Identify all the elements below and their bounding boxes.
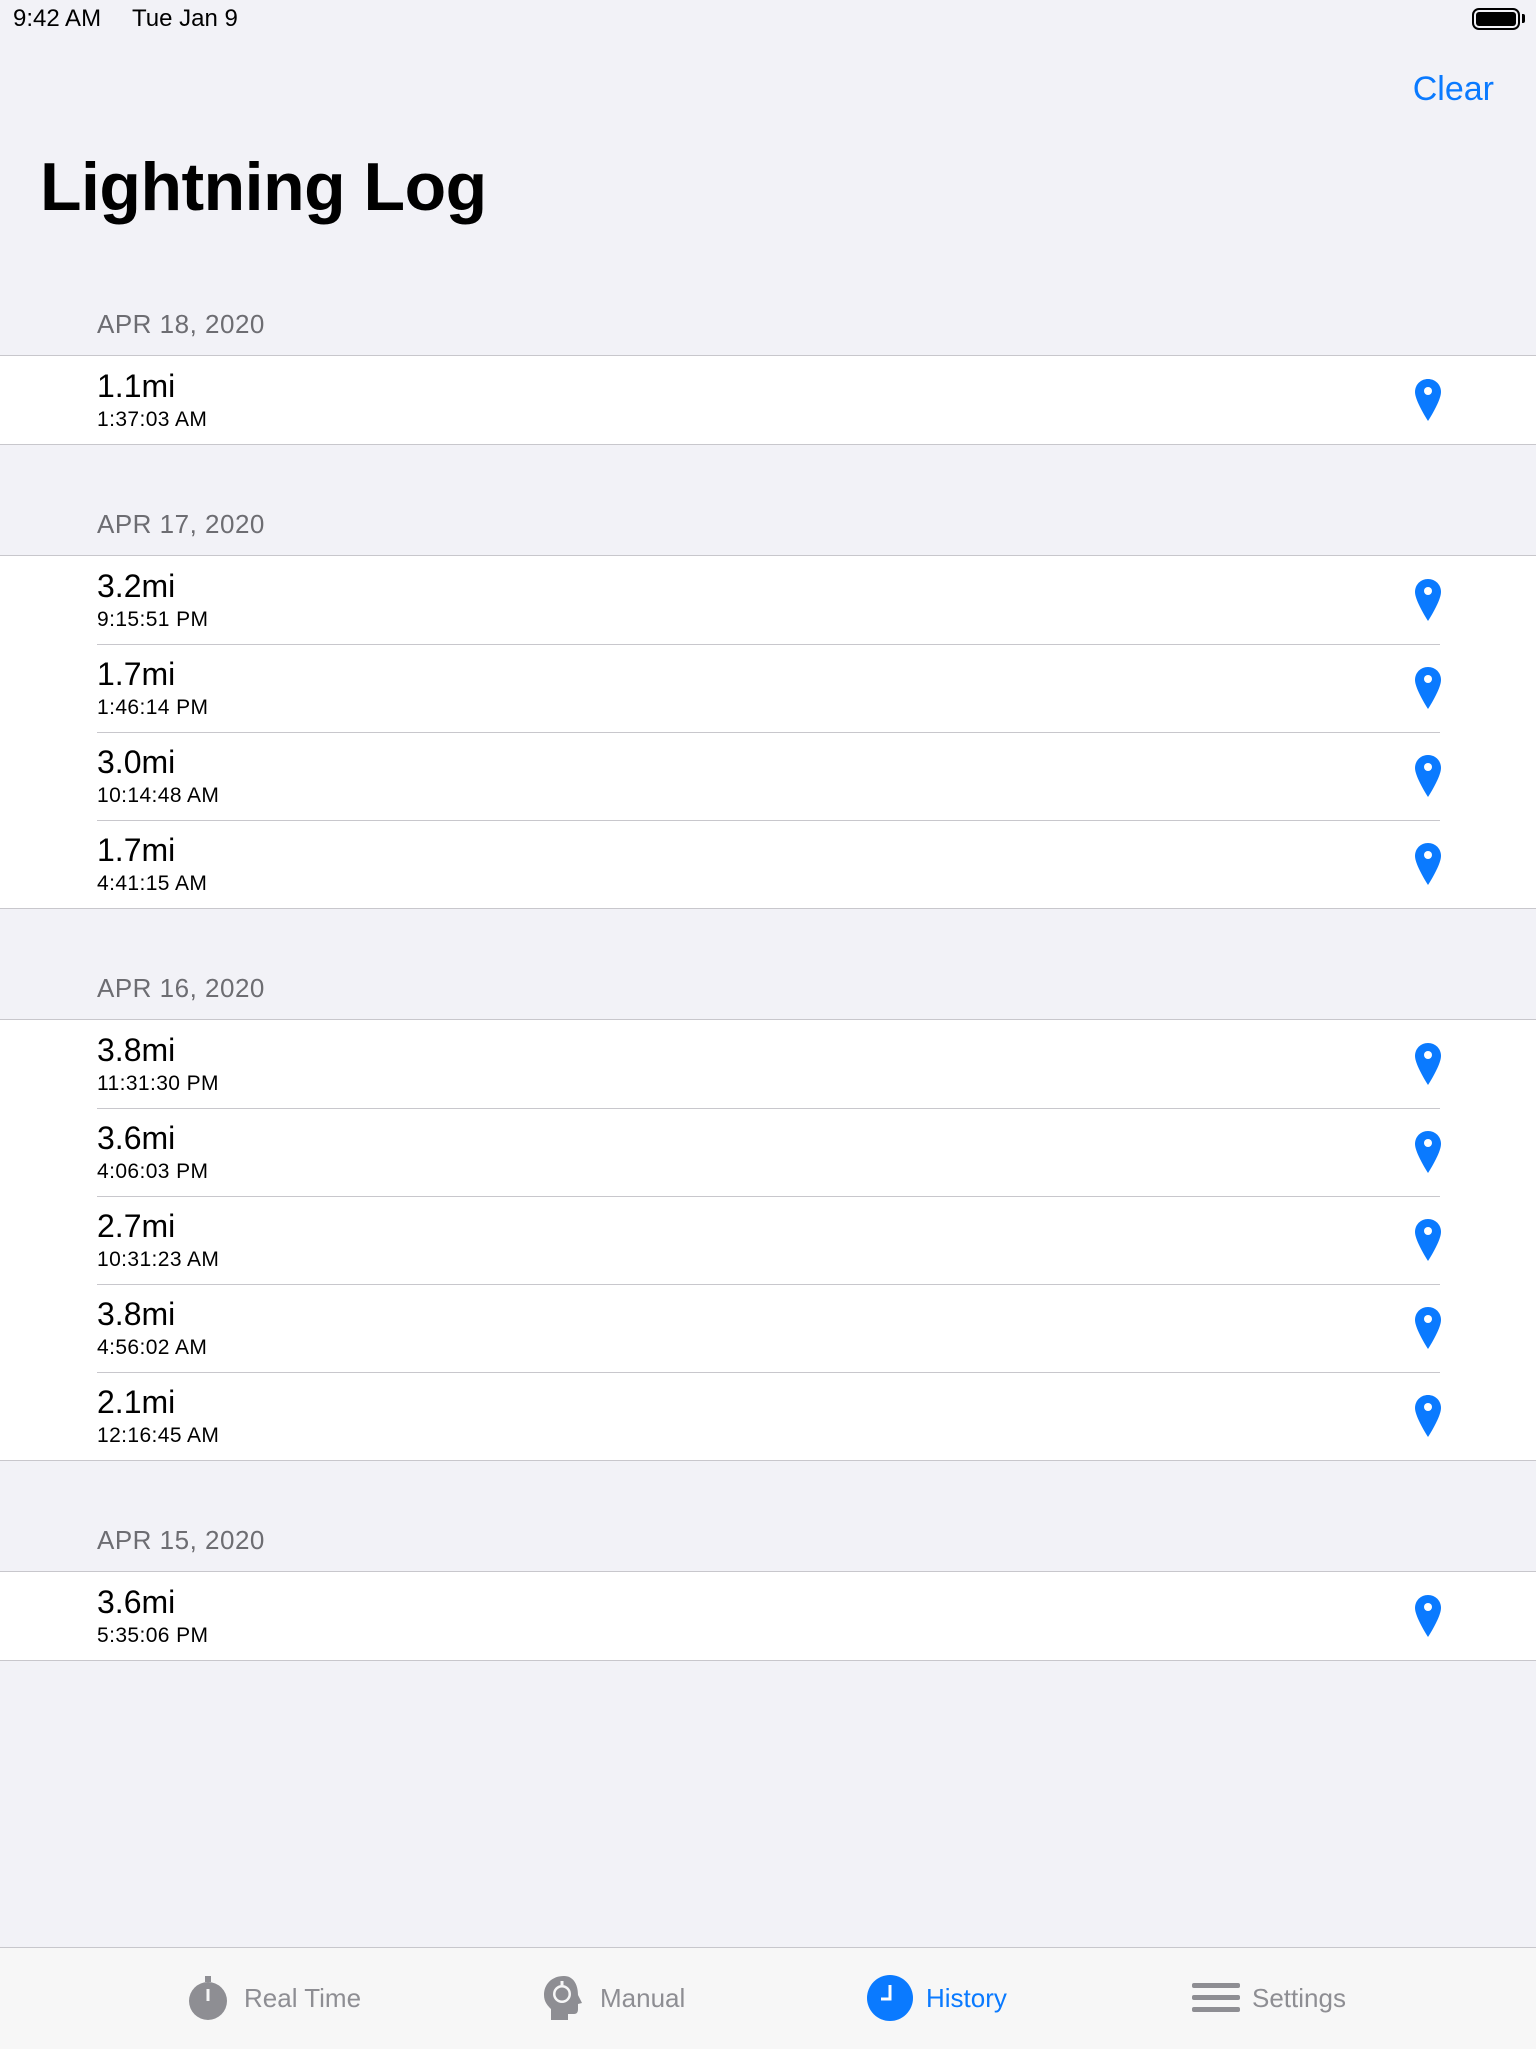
location-pin-icon[interactable]: [1414, 378, 1442, 422]
status-date: Tue Jan 9: [132, 5, 238, 32]
strike-distance: 3.8mi: [97, 1032, 176, 1068]
tab-label: History: [926, 1982, 1007, 2013]
strike-distance: 1.7mi: [97, 832, 176, 868]
hamburger-menu-icon: [1192, 1983, 1240, 2012]
strike-row[interactable]: 3.2mi 9:15:51 PM: [0, 556, 1536, 644]
status-time: 9:42 AM: [13, 5, 102, 32]
location-pin-icon[interactable]: [1414, 1042, 1442, 1086]
strike-row[interactable]: 1.7mi 1:46:14 PM: [0, 644, 1536, 732]
strike-distance: 2.7mi: [97, 1208, 176, 1244]
tab-settings[interactable]: Settings: [1192, 1948, 1346, 2048]
tab-bar: Real Time Manual History Settings: [0, 1947, 1536, 2049]
tab-real-time[interactable]: Real Time: [184, 1948, 361, 2048]
page-title: Lightning Log: [40, 149, 487, 225]
status-bar: 9:42 AM Tue Jan 9: [0, 0, 1536, 40]
section-date: APR 15, 2020: [97, 1525, 265, 1555]
strike-distance: 3.8mi: [97, 1296, 176, 1332]
strike-row[interactable]: 1.7mi 4:41:15 AM: [0, 820, 1536, 908]
section-group: 3.6mi 5:35:06 PM: [0, 1571, 1536, 1661]
section-date: APR 17, 2020: [97, 509, 265, 539]
section-date: APR 18, 2020: [97, 309, 265, 339]
stopwatch-icon: [189, 1976, 227, 2020]
location-pin-icon[interactable]: [1414, 666, 1442, 710]
location-pin-icon[interactable]: [1414, 1594, 1442, 1638]
strike-row[interactable]: 2.7mi 10:31:23 AM: [0, 1196, 1536, 1284]
section-group: 1.1mi 1:37:03 AM: [0, 355, 1536, 445]
clear-button[interactable]: Clear: [1413, 70, 1494, 109]
location-pin-icon[interactable]: [1414, 578, 1442, 622]
tab-label: Manual: [600, 1982, 686, 2013]
strike-time: 1:37:03 AM: [97, 408, 208, 431]
strike-row[interactable]: 3.8mi 4:56:02 AM: [0, 1284, 1536, 1372]
location-pin-icon[interactable]: [1414, 1218, 1442, 1262]
strike-time: 12:16:45 AM: [97, 1424, 220, 1447]
strike-row[interactable]: 2.1mi 12:16:45 AM: [0, 1372, 1536, 1460]
strike-row[interactable]: 3.0mi 10:14:48 AM: [0, 732, 1536, 820]
battery-icon: [1472, 8, 1520, 30]
strike-distance: 3.6mi: [97, 1584, 176, 1620]
strike-distance: 1.1mi: [97, 368, 176, 404]
strike-time: 4:56:02 AM: [97, 1336, 208, 1359]
head-stopwatch-icon: [544, 1976, 582, 2020]
strike-distance: 3.2mi: [97, 568, 176, 604]
tab-manual[interactable]: Manual: [540, 1948, 685, 2048]
strike-row[interactable]: 1.1mi 1:37:03 AM: [0, 356, 1536, 444]
section-group: 3.8mi 11:31:30 PM 3.6mi 4:06:03 PM 2.7mi 10:3…: [0, 1019, 1536, 1461]
strike-time: 5:35:06 PM: [97, 1624, 209, 1647]
strike-distance: 1.7mi: [97, 656, 176, 692]
strike-time: 1:46:14 PM: [97, 696, 209, 719]
history-section: APR 15, 2020 3.6mi 5:35:06 PM: [0, 1525, 1536, 1661]
strike-row[interactable]: 3.6mi 4:06:03 PM: [0, 1108, 1536, 1196]
location-pin-icon[interactable]: [1414, 842, 1442, 886]
strike-time: 9:15:51 PM: [97, 608, 209, 631]
strike-time: 11:31:30 PM: [97, 1072, 219, 1095]
strike-time: 10:14:48 AM: [97, 784, 220, 807]
tab-label: Real Time: [244, 1982, 362, 2013]
section-group: 3.2mi 9:15:51 PM 1.7mi 1:46:14 PM 3.0mi 10:14…: [0, 555, 1536, 909]
clock-icon: [867, 1975, 913, 2021]
battery-tip: [1522, 14, 1525, 23]
location-pin-icon[interactable]: [1414, 1130, 1442, 1174]
section-date: APR 16, 2020: [97, 973, 265, 1003]
strike-distance: 3.6mi: [97, 1120, 176, 1156]
strike-row[interactable]: 3.8mi 11:31:30 PM: [0, 1020, 1536, 1108]
strike-time: 4:06:03 PM: [97, 1160, 209, 1183]
strike-distance: 3.0mi: [97, 744, 176, 780]
strike-distance: 2.1mi: [97, 1384, 176, 1420]
strike-time: 10:31:23 AM: [97, 1248, 220, 1271]
history-section: APR 17, 2020 3.2mi 9:15:51 PM 1.7mi 1:46:14 …: [0, 509, 1536, 909]
location-pin-icon[interactable]: [1414, 1306, 1442, 1350]
history-section: APR 16, 2020 3.8mi 11:31:30 PM 3.6mi 4:06:03…: [0, 973, 1536, 1461]
location-pin-icon[interactable]: [1414, 1394, 1442, 1438]
strike-row[interactable]: 3.6mi 5:35:06 PM: [0, 1572, 1536, 1660]
strike-time: 4:41:15 AM: [97, 872, 208, 895]
history-section: APR 18, 2020 1.1mi 1:37:03 AM: [0, 309, 1536, 445]
tab-history[interactable]: History: [866, 1948, 1007, 2048]
tab-label: Settings: [1252, 1982, 1346, 2013]
location-pin-icon[interactable]: [1414, 754, 1442, 798]
